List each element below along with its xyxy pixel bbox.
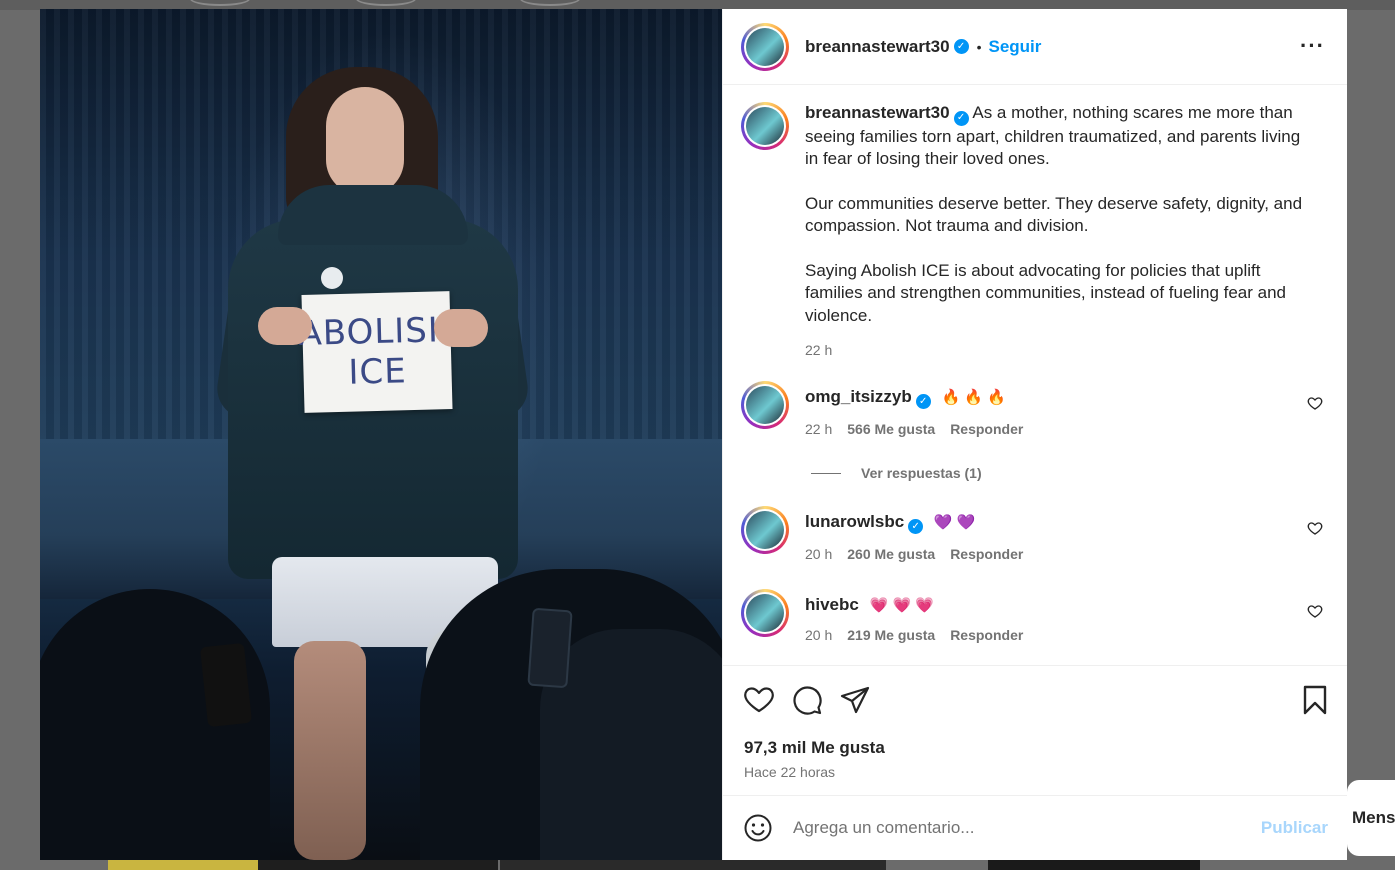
comment-text: 💗 💗 💗 bbox=[869, 597, 934, 614]
avatar-icon bbox=[746, 27, 784, 66]
comment-input[interactable] bbox=[793, 818, 1233, 838]
comment-likes[interactable]: 260 Me gusta bbox=[847, 546, 935, 562]
action-icons bbox=[743, 684, 871, 716]
publish-button[interactable]: Publicar bbox=[1261, 818, 1328, 838]
like-comment-heart-icon[interactable] bbox=[1307, 520, 1323, 536]
commenter-username[interactable]: lunarowlsbc bbox=[805, 512, 904, 531]
commenter-username[interactable]: hivebc bbox=[805, 595, 859, 614]
post-modal: ABOLISH ICE breannastewart30 ✓ • Seguir … bbox=[40, 9, 1347, 860]
like-comment-heart-icon[interactable] bbox=[1307, 395, 1323, 411]
post-details-panel: breannastewart30 ✓ • Seguir ··· breannas… bbox=[722, 9, 1347, 860]
commenter-avatar[interactable] bbox=[741, 381, 789, 429]
comment-body: hivebc 💗 💗 💗 20 h 219 Me gusta Responder bbox=[805, 589, 1023, 643]
more-options-icon[interactable]: ··· bbox=[1300, 33, 1325, 59]
comment-text: 🔥 🔥 🔥 bbox=[941, 389, 1006, 406]
crowd-phone bbox=[527, 607, 573, 689]
separator-dot: • bbox=[976, 38, 982, 55]
background-decoration bbox=[988, 860, 1200, 870]
crowd-phone bbox=[199, 642, 253, 728]
avatar-icon bbox=[746, 107, 784, 145]
comment-meta: 22 h 566 Me gusta Responder bbox=[805, 421, 1023, 437]
sign-line: ABOLISH bbox=[298, 309, 455, 355]
caption-timestamp[interactable]: 22 h bbox=[805, 339, 1305, 362]
person-leg bbox=[294, 641, 366, 860]
verified-badge-icon: ✓ bbox=[908, 519, 924, 534]
hoodie-logo bbox=[321, 267, 343, 289]
comments-scroll-area[interactable]: breannastewart30 ✓ As a mother, nothing s… bbox=[723, 85, 1347, 665]
smiley-icon[interactable] bbox=[743, 813, 773, 843]
avatar-icon bbox=[746, 594, 784, 632]
commenter-avatar[interactable] bbox=[741, 589, 789, 637]
post-header: breannastewart30 ✓ • Seguir ··· bbox=[723, 9, 1347, 85]
caption-text: breannastewart30 ✓ As a mother, nothing s… bbox=[805, 102, 1305, 362]
verified-badge-icon: ✓ bbox=[915, 394, 931, 409]
comment-likes[interactable]: 219 Me gusta bbox=[847, 627, 935, 643]
reply-button[interactable]: Responder bbox=[950, 421, 1023, 437]
author-username[interactable]: breannastewart30 bbox=[805, 37, 950, 57]
commenter-avatar[interactable] bbox=[741, 506, 789, 554]
post-caption: breannastewart30 ✓ As a mother, nothing s… bbox=[741, 102, 1331, 362]
post-actions: 97,3 mil Me gusta Hace 22 horas bbox=[723, 665, 1347, 795]
heart-icon[interactable] bbox=[743, 684, 775, 716]
verified-badge-icon: ✓ bbox=[953, 110, 969, 126]
avatar-icon bbox=[746, 386, 784, 424]
comment-meta: 20 h 260 Me gusta Responder bbox=[805, 546, 1023, 562]
comment-item: omg_itsizzyb ✓ 🔥 🔥 🔥 22 h 566 Me gusta Re… bbox=[741, 381, 1331, 437]
comment-item: hivebc 💗 💗 💗 20 h 219 Me gusta Responder bbox=[741, 589, 1331, 643]
commenter-username[interactable]: omg_itsizzyb bbox=[805, 387, 912, 406]
author-avatar[interactable] bbox=[741, 22, 789, 71]
comment-likes[interactable]: 566 Me gusta bbox=[847, 421, 935, 437]
background-decoration bbox=[108, 860, 258, 870]
protest-sign: ABOLISH ICE bbox=[298, 291, 455, 413]
comment-item: lunarowlsbc ✓ 💜 💜 20 h 260 Me gusta Respo… bbox=[741, 506, 1331, 562]
replies-divider bbox=[811, 472, 841, 474]
like-comment-heart-icon[interactable] bbox=[1307, 603, 1323, 619]
caption-paragraph: Saying Abolish ICE is about advocating f… bbox=[805, 260, 1286, 325]
follow-button[interactable]: Seguir bbox=[988, 37, 1041, 57]
view-replies-label: Ver respuestas (1) bbox=[861, 465, 982, 481]
avatar-icon bbox=[746, 511, 784, 549]
person-hood bbox=[278, 185, 468, 245]
caption-username[interactable]: breannastewart30 bbox=[805, 103, 950, 122]
post-time-ago[interactable]: Hace 22 horas bbox=[744, 764, 835, 780]
person-hand bbox=[434, 309, 488, 347]
share-icon[interactable] bbox=[839, 684, 871, 716]
person-hand bbox=[258, 307, 312, 345]
comment-body: omg_itsizzyb ✓ 🔥 🔥 🔥 22 h 566 Me gusta Re… bbox=[805, 381, 1023, 437]
bookmark-icon bbox=[1303, 685, 1327, 715]
comment-body: lunarowlsbc ✓ 💜 💜 20 h 260 Me gusta Respo… bbox=[805, 506, 1023, 562]
background-decoration bbox=[500, 860, 886, 870]
comment-timestamp[interactable]: 22 h bbox=[805, 421, 832, 437]
bookmark-button[interactable] bbox=[1299, 684, 1331, 721]
comment-icon[interactable] bbox=[791, 684, 823, 716]
crowd-silhouette bbox=[40, 589, 270, 860]
comment-text: 💜 💜 bbox=[933, 514, 976, 531]
sign-line: ICE bbox=[347, 351, 408, 393]
comment-timestamp[interactable]: 20 h bbox=[805, 546, 832, 562]
post-likes-count[interactable]: 97,3 mil Me gusta bbox=[744, 738, 885, 758]
post-image[interactable]: ABOLISH ICE bbox=[40, 9, 722, 860]
person-face bbox=[326, 87, 404, 195]
comment-meta: 20 h 219 Me gusta Responder bbox=[805, 627, 1023, 643]
reply-button[interactable]: Responder bbox=[950, 627, 1023, 643]
comment-composer: Publicar bbox=[723, 795, 1347, 860]
background-decoration bbox=[258, 860, 498, 870]
caption-author-avatar[interactable] bbox=[741, 102, 789, 150]
caption-paragraph: Our communities deserve better. They des… bbox=[805, 193, 1303, 236]
reply-button[interactable]: Responder bbox=[950, 546, 1023, 562]
messages-chip[interactable]: Mens bbox=[1347, 780, 1395, 856]
verified-badge-icon: ✓ bbox=[953, 39, 969, 54]
view-replies-button[interactable]: Ver respuestas (1) bbox=[811, 465, 982, 481]
comment-timestamp[interactable]: 20 h bbox=[805, 627, 832, 643]
